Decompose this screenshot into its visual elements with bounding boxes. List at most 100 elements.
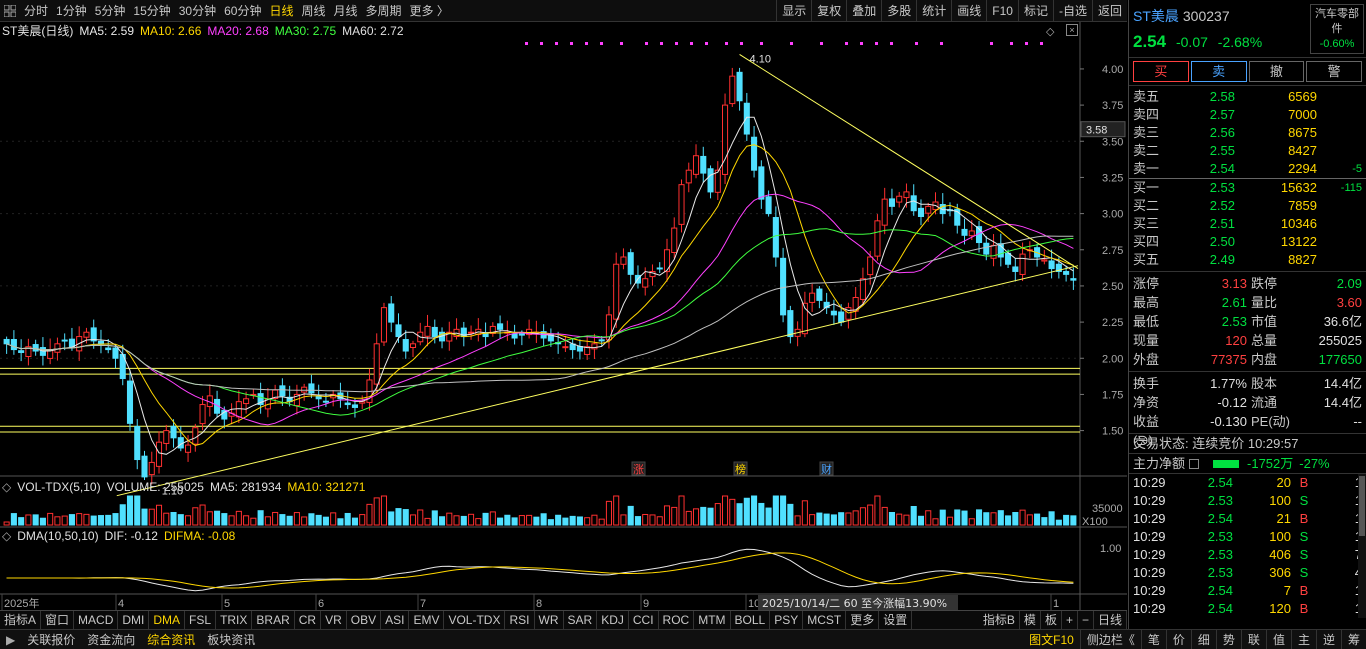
volume-bar [910, 506, 917, 526]
tick-time: 10:29 [1133, 565, 1166, 580]
indicator-tab[interactable]: MACD [74, 610, 119, 630]
indicator-right-button[interactable]: 板 [1041, 611, 1062, 630]
indicator-tab[interactable]: VR [321, 610, 347, 630]
vol-collapse-icon[interactable]: ◇ [2, 478, 11, 496]
indicator-tab[interactable]: SAR [564, 610, 598, 630]
period-tab[interactable]: 日线 [265, 0, 297, 22]
indicator-tab[interactable]: FSL [185, 610, 217, 630]
kline-close-icon[interactable]: × [1066, 24, 1078, 36]
status-tab[interactable]: 综合资讯 [141, 630, 201, 649]
sector-box[interactable]: 汽车零部件 -0.60% [1310, 4, 1364, 54]
ob-volume: 2294 [1288, 161, 1317, 176]
indicator-tab[interactable]: BOLL [731, 610, 771, 630]
tool-button[interactable]: 多股 [881, 0, 916, 22]
alert-button[interactable]: 警 [1306, 61, 1362, 82]
volume-bar [613, 495, 620, 526]
indicator-tab[interactable]: VOL-TDX [444, 610, 506, 630]
period-tab[interactable]: 1分钟 [52, 0, 91, 22]
indicator-tab[interactable]: 窗口 [41, 610, 75, 630]
period-tab[interactable]: 60分钟 [220, 0, 265, 22]
tick-row: 10:292.53406S7 [1129, 546, 1366, 564]
period-tab[interactable]: 分时 [20, 0, 52, 22]
indicator-tab[interactable]: PSY [770, 610, 804, 630]
period-tab[interactable]: 15分钟 [129, 0, 174, 22]
event-label-list: 榜 [735, 462, 746, 476]
tool-button[interactable]: 返回 [1091, 0, 1127, 22]
indicator-tab[interactable]: EMV [409, 610, 445, 630]
status-tab[interactable]: 资金流向 [81, 630, 141, 649]
indicator-right-button[interactable]: 模 [1020, 611, 1041, 630]
status-right-button[interactable]: 联 [1240, 630, 1266, 649]
indicator-right-button[interactable]: + [1062, 611, 1078, 630]
indicator-tab[interactable]: 设置 [879, 610, 913, 630]
volume-bar [830, 514, 837, 526]
indicator-tab[interactable]: CR [295, 610, 322, 630]
volume-bar [460, 515, 467, 526]
tool-button[interactable]: 叠加 [846, 0, 881, 22]
indicator-tab[interactable]: 指标A [0, 610, 42, 630]
candle-body [301, 386, 308, 393]
indicator-right-button[interactable]: 指标B [979, 611, 1020, 630]
status-right-button[interactable]: 细 [1190, 630, 1216, 649]
indicator-tab[interactable]: ASI [381, 610, 410, 630]
kline-chart[interactable]: 1.50 1.75 2.00 2.25 2.50 2.75 3.00 3.25 3.50 3.75… [0, 22, 1127, 610]
period-tab[interactable]: 30分钟 [175, 0, 220, 22]
indicator-tab[interactable]: BRAR [252, 610, 295, 630]
tick-volume: 306 [1269, 565, 1291, 580]
status-right-button[interactable]: 值 [1265, 630, 1291, 649]
tool-button[interactable]: 统计 [916, 0, 951, 22]
tool-button[interactable]: 显示 [776, 0, 811, 22]
indicator-tab[interactable]: OBV [347, 610, 382, 630]
y-tick-label: 2.75 [1102, 245, 1123, 257]
tick-list[interactable]: 10:292.5420B110:292.53100S110:292.5421B1… [1129, 474, 1366, 618]
indicator-right-button[interactable]: − [1078, 611, 1094, 630]
period-tab[interactable]: 月线 [330, 0, 362, 22]
indicator-right-button[interactable]: 日线 [1094, 611, 1127, 630]
candle-body [1070, 278, 1077, 281]
status-right-button[interactable]: 逆 [1315, 630, 1341, 649]
buy-button[interactable]: 买 [1133, 61, 1189, 82]
status-tab[interactable]: 关联报价 [21, 630, 81, 649]
status-right-button[interactable]: 筹 [1340, 630, 1366, 649]
indicator-tab[interactable]: ROC [659, 610, 695, 630]
bid-row: 买四 2.50 13122 [1129, 233, 1366, 251]
tick-scrollbar[interactable] [1358, 474, 1366, 618]
tool-button[interactable]: 画线 [951, 0, 986, 22]
indicator-tab[interactable]: MCST [803, 610, 847, 630]
dma-collapse-icon[interactable]: ◇ [2, 527, 11, 545]
cancel-order-button[interactable]: 撤 [1248, 61, 1305, 82]
tick-side: S [1299, 493, 1309, 508]
status-arrow-icon[interactable]: ▶ [0, 633, 21, 647]
status-right-button[interactable]: 势 [1215, 630, 1241, 649]
indicator-tab[interactable]: CCI [629, 610, 659, 630]
period-tab[interactable]: 5分钟 [91, 0, 130, 22]
status-right-button[interactable]: 主 [1290, 630, 1316, 649]
indicator-tab[interactable]: DMA [149, 610, 186, 630]
kline-chart-area[interactable]: 1.50 1.75 2.00 2.25 2.50 2.75 3.00 3.25 3.50 3.75… [0, 22, 1127, 610]
sell-button[interactable]: 卖 [1190, 61, 1247, 82]
tool-button[interactable]: -自选 [1052, 0, 1092, 22]
status-right-button[interactable]: 图文F10 [1023, 630, 1080, 649]
kline-settings-icon[interactable]: ◇ [1046, 25, 1054, 38]
period-tab[interactable]: 更多 〉 [406, 0, 453, 22]
period-tab[interactable]: 多周期 [362, 0, 406, 22]
status-right-button[interactable]: 价 [1165, 630, 1191, 649]
tool-button[interactable]: 复权 [811, 0, 846, 22]
volume-bar [954, 509, 961, 526]
tool-button[interactable]: 标记 [1017, 0, 1053, 22]
status-right-button[interactable]: 笔 [1140, 630, 1166, 649]
tool-button[interactable]: F10 [986, 0, 1018, 22]
indicator-tab[interactable]: WR [535, 610, 564, 630]
grid-icon[interactable] [0, 0, 20, 22]
indicator-tab[interactable]: DMI [118, 610, 150, 630]
indicator-tab[interactable]: 更多 [846, 610, 880, 630]
main-flow[interactable]: 主力净额 -1752万 -27% [1129, 454, 1366, 474]
indicator-tab[interactable]: RSI [505, 610, 535, 630]
indicator-tab[interactable]: TRIX [216, 610, 253, 630]
indicator-tab[interactable]: KDJ [597, 610, 629, 630]
status-right-button[interactable]: 侧边栏《 [1079, 630, 1141, 649]
indicator-tab[interactable]: MTM [694, 610, 731, 630]
stock-name-line[interactable]: ST美晨 300237 [1133, 6, 1230, 26]
status-tab[interactable]: 板块资讯 [201, 630, 261, 649]
period-tab[interactable]: 周线 [297, 0, 329, 22]
